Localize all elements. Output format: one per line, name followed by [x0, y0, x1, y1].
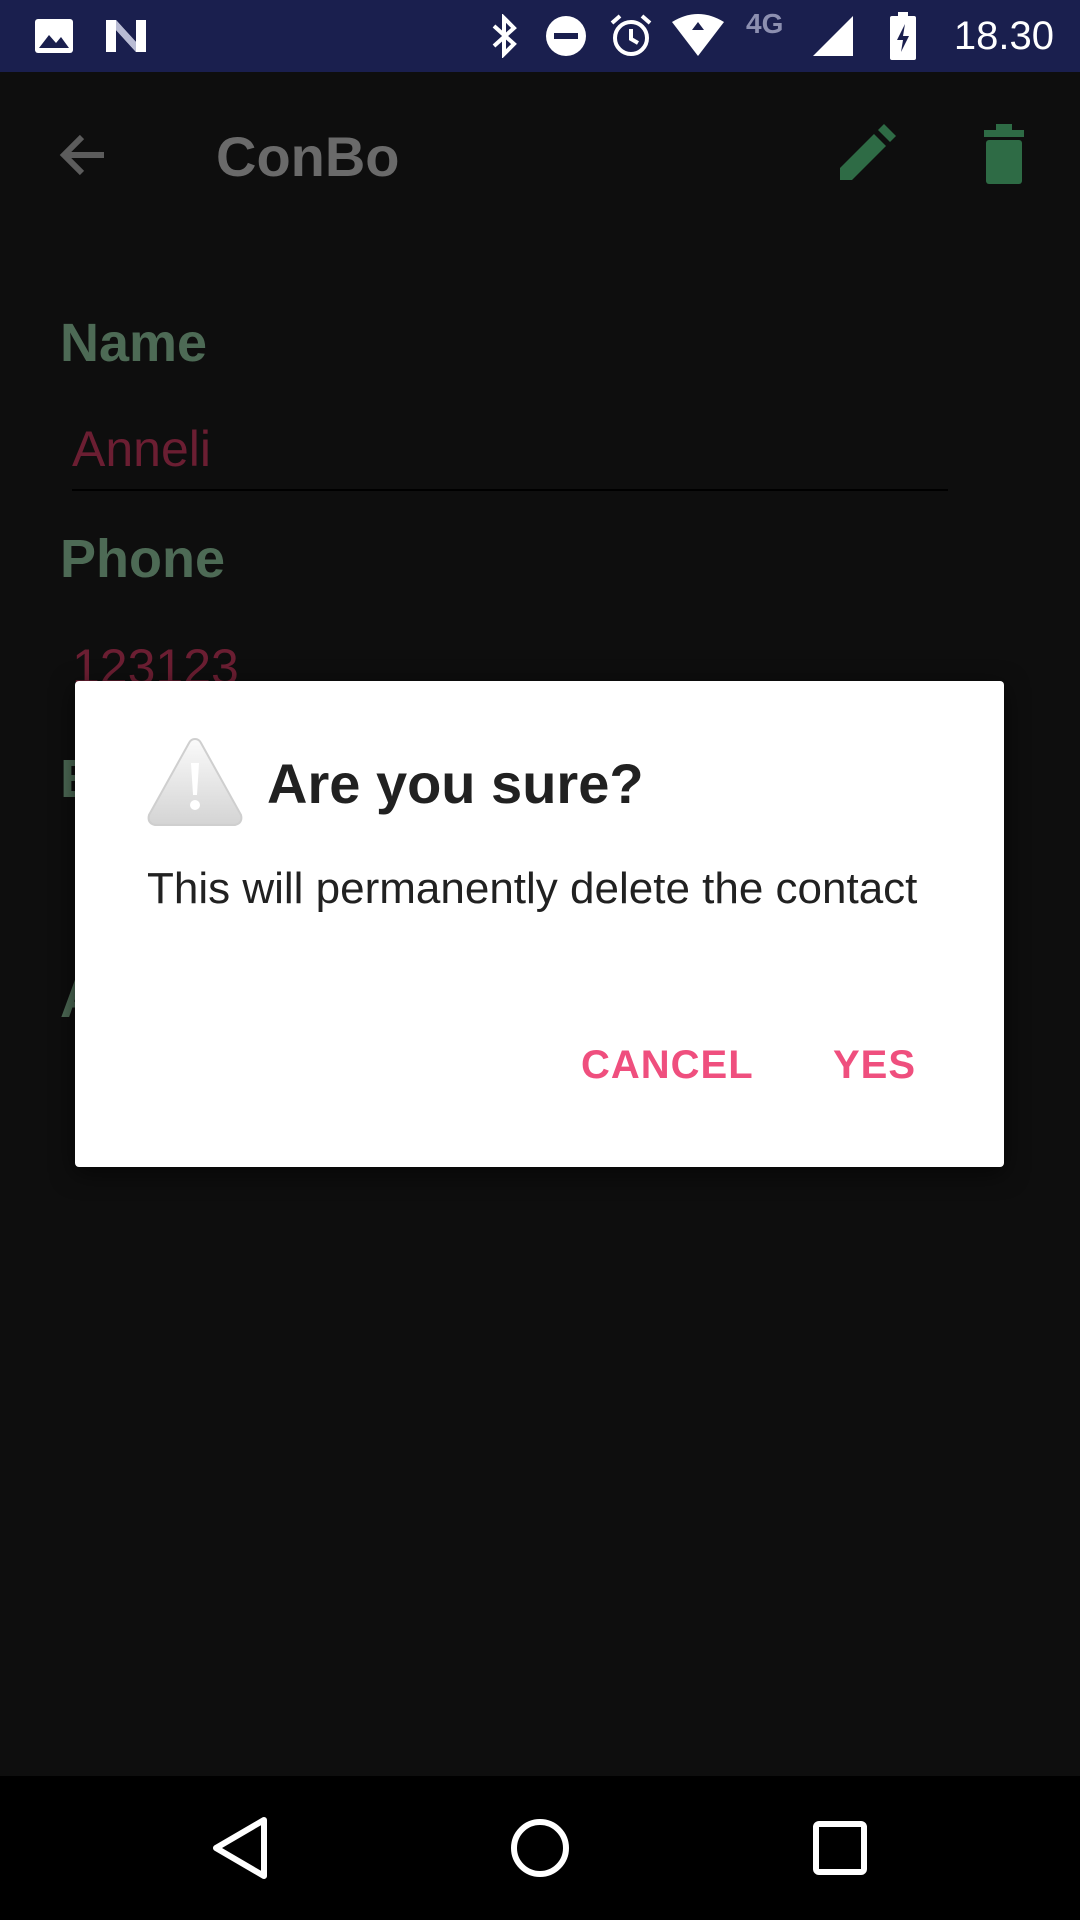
name-field-underline	[72, 489, 948, 491]
battery-icon	[888, 0, 918, 72]
pencil-icon[interactable]	[832, 122, 898, 188]
dnd-icon	[544, 0, 588, 72]
image-icon	[34, 0, 74, 72]
status-bar: 4G 18.30	[0, 0, 1080, 72]
trash-icon[interactable]	[976, 122, 1042, 188]
warning-icon	[145, 735, 245, 829]
name-label: Name	[60, 313, 208, 373]
clock: 18.30	[953, 14, 1054, 58]
confirm-dialog: Are you sure? This will permanently dele…	[75, 681, 1004, 1167]
name-field[interactable]: Anneli	[72, 420, 211, 478]
recents-square-icon[interactable]	[800, 1808, 880, 1888]
app-bar: ConBo	[0, 72, 1080, 242]
dialog-message: This will permanently delete the contact	[147, 864, 918, 913]
cancel-button[interactable]: CANCEL	[569, 1021, 766, 1109]
app-title: ConBo	[216, 125, 400, 188]
alarm-icon	[608, 0, 654, 72]
bluetooth-icon	[488, 0, 522, 72]
navigation-bar	[0, 1776, 1080, 1920]
phone-label: Phone	[60, 529, 226, 589]
n-icon	[104, 0, 148, 72]
home-circle-icon[interactable]	[500, 1808, 580, 1888]
network-type-label: 4G	[746, 8, 784, 39]
dialog-title: Are you sure?	[267, 752, 644, 815]
yes-button[interactable]: YES	[821, 1021, 928, 1109]
signal-icon	[810, 0, 856, 72]
wifi-icon	[670, 0, 726, 72]
arrow-back-icon[interactable]	[52, 122, 118, 188]
back-triangle-icon[interactable]	[200, 1808, 280, 1888]
